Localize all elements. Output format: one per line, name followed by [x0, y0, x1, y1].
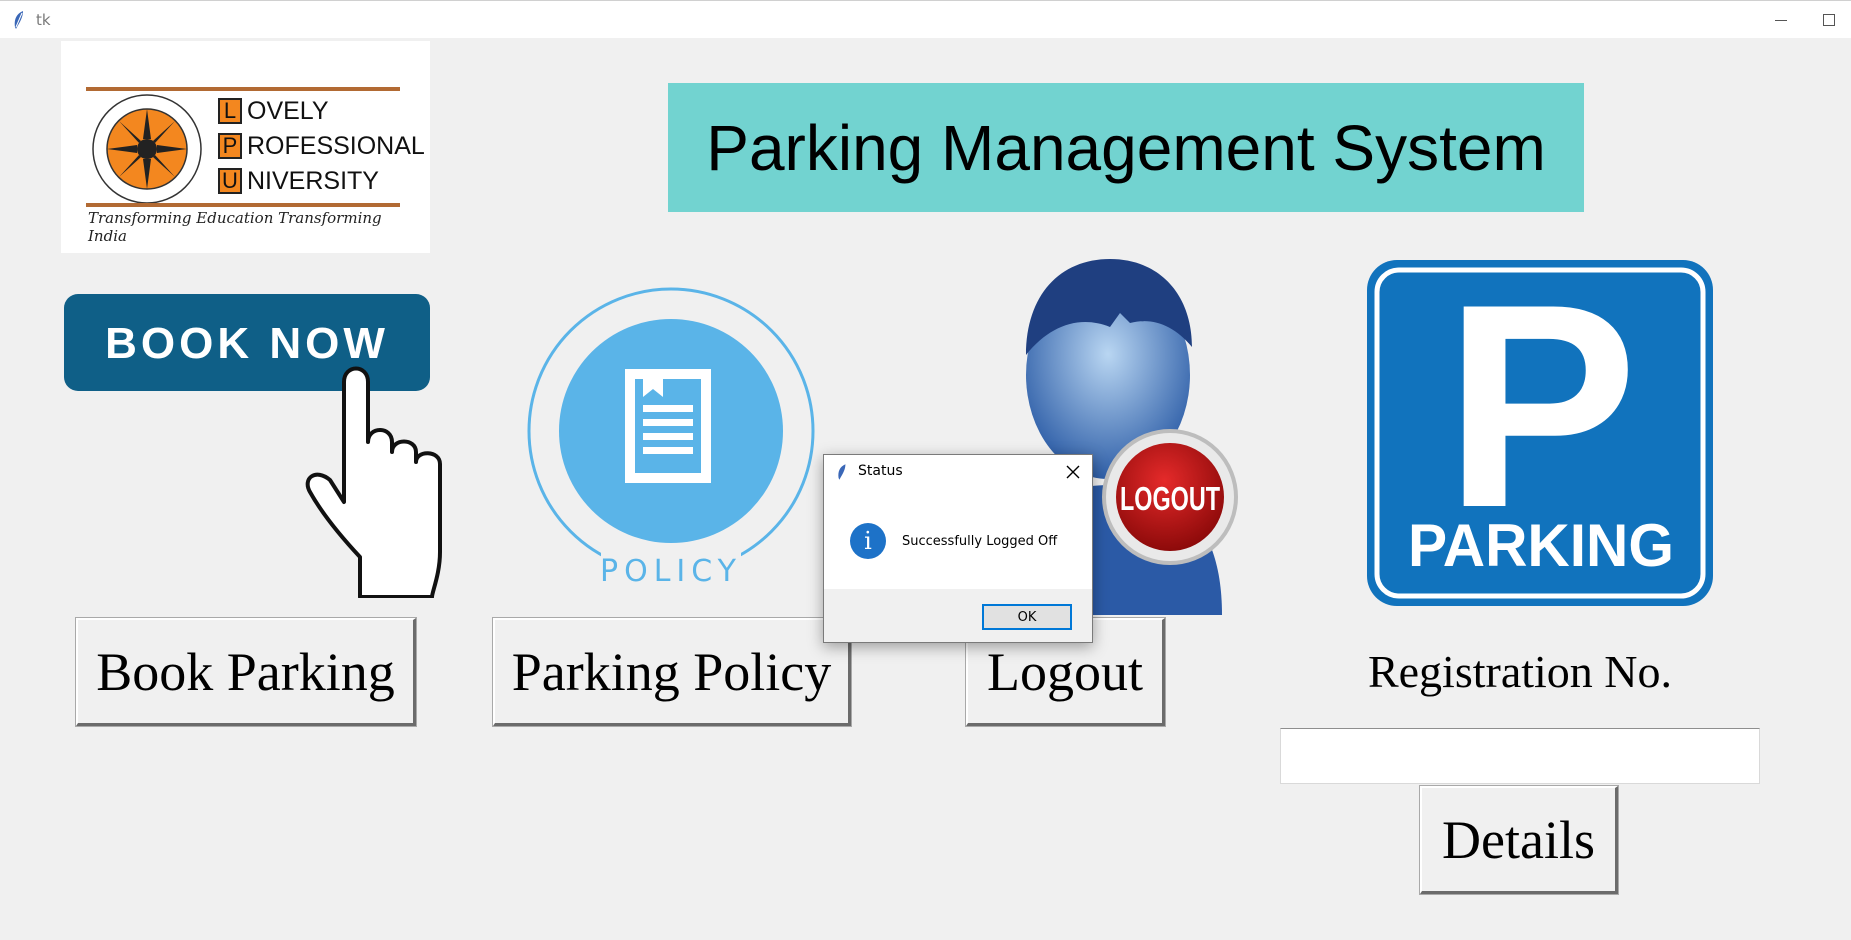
university-logo: L OVELY P ROFESSIONAL U NIVERSITY Transf…: [61, 41, 430, 253]
dialog-footer: OK: [824, 589, 1092, 642]
details-button[interactable]: Details: [1419, 785, 1619, 895]
logout-badge-icon: LOGOUT: [1102, 429, 1238, 565]
logo-word-university: NIVERSITY: [247, 166, 379, 195]
registration-number-input[interactable]: [1280, 728, 1760, 784]
parking-sign-image: P PARKING: [1367, 258, 1713, 606]
tk-feather-icon: [14, 11, 23, 29]
maximize-button[interactable]: [1805, 1, 1851, 39]
logo-letter-p: P: [218, 133, 242, 159]
tk-feather-icon: [838, 464, 846, 480]
dialog-title: Status: [858, 463, 903, 479]
minimize-button[interactable]: [1759, 1, 1805, 39]
registration-label: Registration No.: [1367, 646, 1673, 697]
window-title: tk: [36, 11, 51, 29]
dialog-message-row: i Successfully Logged Off: [850, 523, 1057, 559]
logo-bottom-rule: [86, 203, 400, 207]
parking-policy-button[interactable]: Parking Policy: [492, 617, 852, 727]
info-icon: i: [850, 523, 886, 559]
close-icon[interactable]: [1064, 463, 1082, 481]
logo-top-rule: [86, 87, 400, 91]
logo-letter-l: L: [218, 98, 242, 124]
logo-row-university: U NIVERSITY: [218, 166, 379, 196]
policy-text: POLICY: [600, 554, 742, 589]
book-now-image: BOOK NOW: [64, 294, 442, 598]
logo-row-lovely: L OVELY: [218, 96, 329, 126]
logo-letter-u: U: [218, 168, 242, 194]
logo-row-professional: P ROFESSIONAL: [218, 131, 425, 161]
policy-image: POLICY: [527, 287, 815, 589]
parking-text: PARKING: [1408, 512, 1674, 579]
logo-word-lovely: OVELY: [247, 96, 329, 125]
page-title: Parking Management System: [668, 83, 1584, 212]
logo-word-professional: ROFESSIONAL: [247, 131, 425, 160]
status-dialog: Status i Successfully Logged Off OK: [823, 454, 1093, 643]
university-seal-icon: [92, 94, 202, 204]
dialog-message: Successfully Logged Off: [902, 533, 1058, 549]
window-titlebar: tk: [0, 0, 1851, 38]
book-now-text: BOOK NOW: [105, 319, 389, 368]
logout-badge-text: LOGOUT: [1120, 481, 1220, 518]
logo-tagline: Transforming Education Transforming Indi…: [88, 209, 382, 245]
book-parking-button[interactable]: Book Parking: [75, 617, 417, 727]
pointing-hand-icon: [305, 366, 442, 598]
ok-button[interactable]: OK: [982, 604, 1072, 630]
document-icon: [625, 369, 711, 483]
